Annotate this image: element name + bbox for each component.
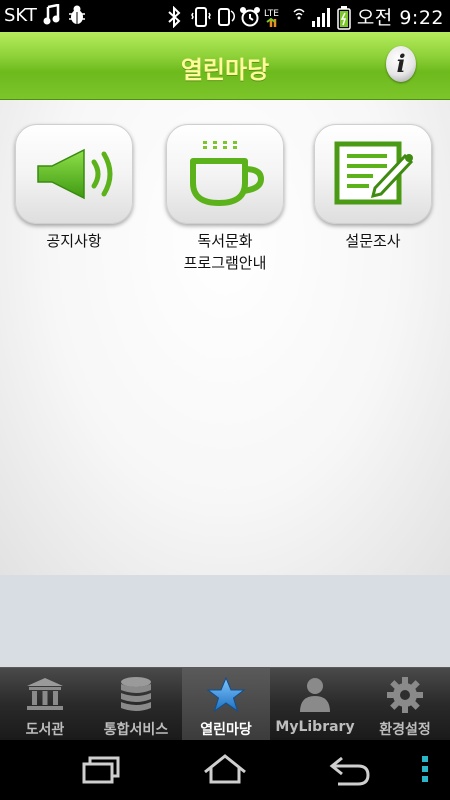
tab-mylibrary[interactable]: MyLibrary <box>270 668 360 741</box>
tab-label-open-forum: 열린마당 <box>200 722 252 738</box>
tile-label-reading-program: 독서문화 프로그램안내 <box>183 232 267 272</box>
status-left: SKT <box>4 3 85 26</box>
page-title: 열린마당 <box>180 56 270 84</box>
tab-library[interactable]: 도서관 <box>0 668 90 741</box>
tab-open-forum[interactable]: 열린마당 <box>182 668 270 741</box>
back-icon[interactable] <box>328 750 372 790</box>
survey-pen-icon <box>334 141 414 205</box>
database-icon <box>121 677 151 711</box>
star-icon <box>206 676 246 713</box>
info-button[interactable]: i <box>386 46 416 82</box>
tab-label-library: 도서관 <box>25 722 65 738</box>
clock-ampm: 오전 <box>356 7 393 29</box>
wifi-icon <box>293 6 305 28</box>
person-icon <box>300 678 330 712</box>
survey-button[interactable] <box>314 124 432 224</box>
lte-icon: LTE <box>263 6 287 28</box>
tile-survey[interactable]: 설문조사 <box>313 124 433 252</box>
notice-button[interactable] <box>15 124 133 224</box>
empty-area <box>0 575 450 667</box>
main-content: 공지사항 독서문화 프로그램안내 설문조사 <box>0 100 450 575</box>
home-icon[interactable] <box>202 750 248 790</box>
status-right: LTE 오전 9:22 <box>167 3 444 30</box>
tab-label-integrated-service: 통합서비스 <box>103 722 169 738</box>
carrier-label: SKT <box>4 4 37 26</box>
clock: 오전 9:22 <box>357 3 444 30</box>
tile-reading-program[interactable]: 독서문화 프로그램안내 <box>165 124 285 274</box>
gear-icon <box>387 677 423 713</box>
bluetooth-icon <box>167 5 185 28</box>
tab-label-mylibrary: MyLibrary <box>275 719 355 735</box>
alarm-icon <box>239 6 260 28</box>
bug-icon <box>67 4 85 26</box>
recent-apps-icon[interactable] <box>80 750 122 790</box>
rotate-icon <box>215 6 235 28</box>
coffee-cup-icon <box>190 141 265 206</box>
clock-time: 9:22 <box>399 7 444 29</box>
speaker-icon <box>37 148 113 200</box>
music-note-icon <box>43 3 61 26</box>
library-building-icon <box>27 678 63 710</box>
info-icon: i <box>396 49 406 78</box>
tile-label-notice: 공지사항 <box>46 232 102 250</box>
tile-notice[interactable]: 공지사항 <box>14 124 134 252</box>
tab-settings[interactable]: 환경설정 <box>360 668 450 741</box>
vibrate-icon <box>190 6 211 28</box>
app-header: 열린마당 i <box>0 32 450 100</box>
tab-integrated-service[interactable]: 통합서비스 <box>90 668 182 741</box>
reading-program-button[interactable] <box>166 124 284 224</box>
battery-icon <box>337 5 351 30</box>
menu-icon[interactable] <box>418 750 432 790</box>
tile-label-survey: 설문조사 <box>345 232 401 250</box>
bottom-tabbar: 도서관 통합서비스 열린마당 MyLibrary 환경설정 <box>0 667 450 741</box>
status-bar: SKT LTE 오전 9:22 <box>0 0 450 32</box>
tab-label-settings: 환경설정 <box>379 722 431 738</box>
lte-text: LTE <box>264 9 279 19</box>
system-navbar <box>0 740 450 800</box>
signal-icon <box>311 6 331 28</box>
